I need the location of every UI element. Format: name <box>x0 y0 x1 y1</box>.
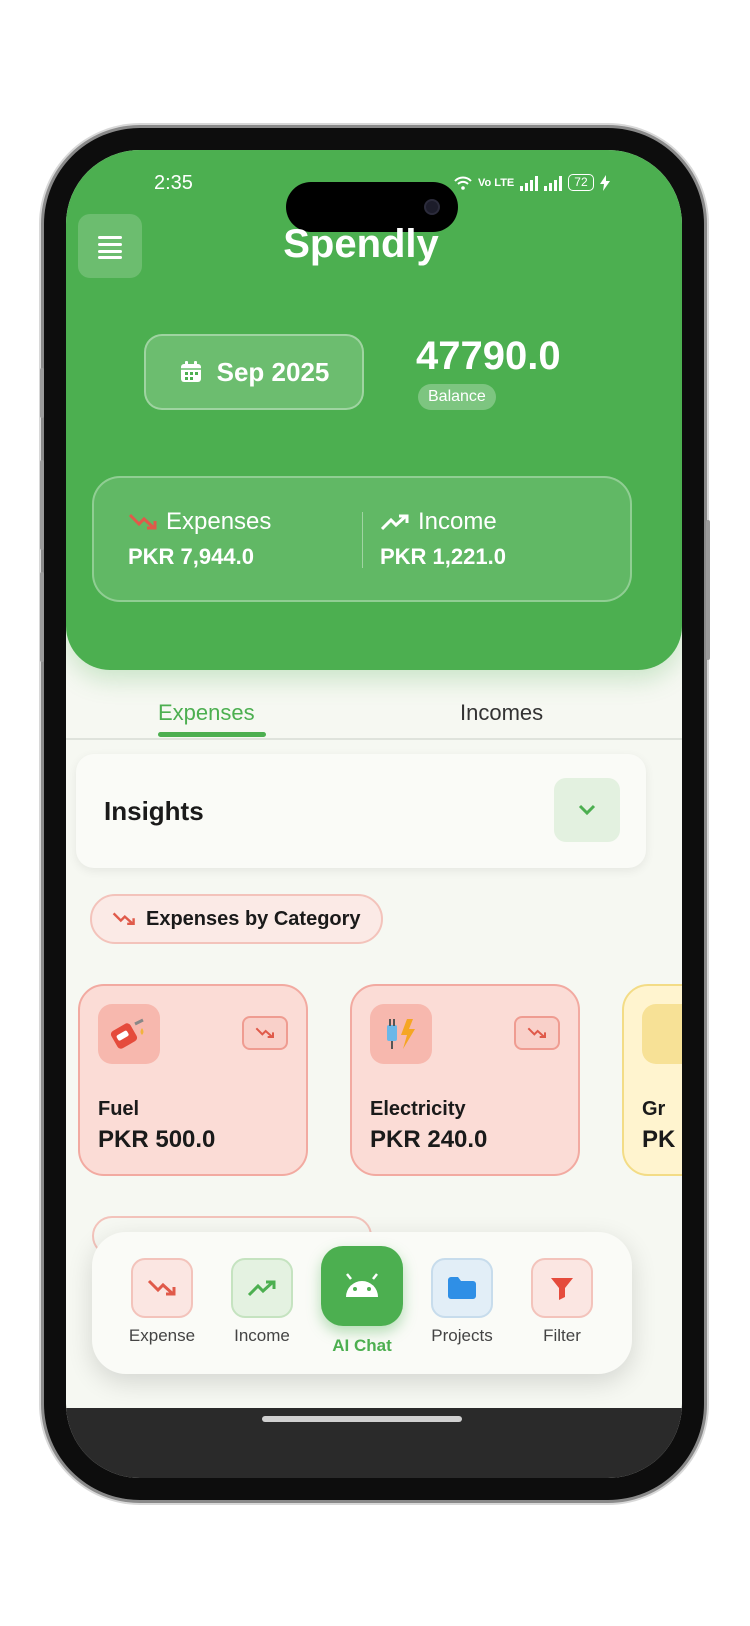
signal-icon <box>544 175 563 191</box>
nav-expense[interactable]: Expense <box>122 1258 202 1346</box>
trend-down-icon <box>112 912 135 925</box>
status-icons: Vo LTE 72 <box>454 174 610 191</box>
category-name: Fuel <box>98 1098 140 1120</box>
charging-icon <box>599 174 610 191</box>
nav-label: AI Chat <box>332 1336 392 1355</box>
nav-income[interactable]: Income <box>222 1258 302 1346</box>
calendar-icon <box>180 361 201 382</box>
app-title: Spendly <box>283 222 439 266</box>
active-tab-indicator <box>158 732 266 737</box>
insights-title: Insights <box>104 796 204 826</box>
summary-card: Expenses PKR 7,944.0 Income PKR 1,221.0 <box>92 476 632 602</box>
phone-screen: 2:35 Vo LTE 72 Spendly Sep 2025 47790.0 … <box>66 150 682 1478</box>
folder-icon <box>431 1258 493 1318</box>
trend-down-badge <box>514 1016 560 1050</box>
balance-value: 47790.0 <box>416 334 561 378</box>
filter-icon <box>531 1258 593 1318</box>
nav-label: Filter <box>543 1326 581 1345</box>
expenses-summary-label: Expenses <box>166 508 272 535</box>
nav-ai-chat[interactable]: AI Chat <box>320 1246 404 1356</box>
category-amount: PKR 500.0 <box>98 1126 216 1153</box>
category-icon <box>642 1004 682 1064</box>
nav-projects[interactable]: Projects <box>422 1258 502 1346</box>
wifi-icon <box>454 176 472 190</box>
income-summary: Income PKR 1,221.0 <box>380 508 506 570</box>
fuel-pump-icon <box>98 1004 160 1064</box>
battery-icon: 72 <box>568 174 594 191</box>
android-icon <box>321 1246 403 1326</box>
network-label: Vo LTE <box>478 176 515 189</box>
balance-label: Balance <box>418 384 496 410</box>
expenses-summary-value: PKR 7,944.0 <box>128 544 254 569</box>
tab-incomes[interactable]: Incomes <box>460 700 543 726</box>
expenses-summary: Expenses PKR 7,944.0 <box>128 508 271 570</box>
trend-down-badge <box>242 1016 288 1050</box>
status-bar: 2:35 Vo LTE 72 <box>66 170 682 232</box>
category-amount: PKR 240.0 <box>370 1126 488 1153</box>
trend-down-icon <box>131 1258 193 1318</box>
expenses-by-category-chip: Expenses by Category <box>90 894 383 944</box>
chevron-down-icon <box>578 804 596 816</box>
income-summary-value: PKR 1,221.0 <box>380 544 506 569</box>
category-name: Electricity <box>370 1098 466 1120</box>
mute-switch <box>40 368 44 418</box>
category-card-electricity[interactable]: Electricity PKR 240.0 <box>350 984 580 1176</box>
income-summary-label: Income <box>418 508 497 535</box>
trend-up-icon <box>380 514 409 531</box>
bottom-nav: Expense Income AI Chat Projects Filter <box>92 1232 632 1374</box>
month-label: Sep 2025 <box>216 356 330 387</box>
nav-label: Expense <box>128 1326 196 1345</box>
insights-toggle-button[interactable] <box>554 778 620 842</box>
expenses-by-category-label: Expenses by Category <box>146 907 361 930</box>
app-header: 2:35 Vo LTE 72 Spendly Sep 2025 47790.0 … <box>66 150 682 670</box>
status-time: 2:35 <box>154 172 193 194</box>
category-name: Gr <box>642 1098 666 1120</box>
month-picker-button[interactable]: Sep 2025 <box>144 334 364 410</box>
category-card-partial[interactable]: Gr PK <box>622 984 682 1176</box>
trend-down-icon <box>527 1027 546 1038</box>
home-indicator[interactable] <box>262 1416 462 1422</box>
signal-icon <box>520 175 539 191</box>
tab-expenses[interactable]: Expenses <box>158 700 255 726</box>
tab-bar: Expenses Incomes <box>66 670 682 740</box>
nav-label: Projects <box>431 1326 493 1345</box>
trend-down-icon <box>255 1027 274 1038</box>
front-camera <box>424 199 440 215</box>
nav-filter[interactable]: Filter <box>522 1258 602 1346</box>
summary-divider <box>362 512 363 568</box>
insights-card[interactable]: Insights <box>76 754 646 868</box>
trend-down-icon <box>128 513 157 530</box>
trend-up-icon <box>231 1258 293 1318</box>
electricity-icon <box>370 1004 432 1064</box>
category-card-fuel[interactable]: Fuel PKR 500.0 <box>78 984 308 1176</box>
nav-label: Income <box>234 1326 290 1345</box>
volume-up-button <box>40 460 44 550</box>
volume-down-button <box>40 572 44 662</box>
category-amount: PK <box>642 1126 676 1153</box>
power-button <box>706 520 710 660</box>
